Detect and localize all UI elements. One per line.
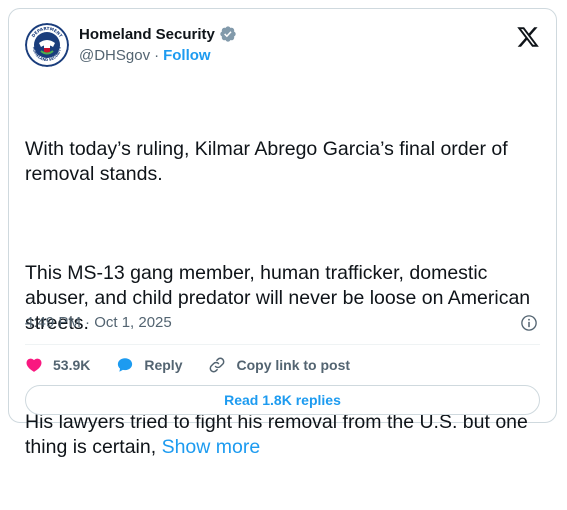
author-handle[interactable]: @DHSgov — [79, 47, 150, 64]
x-logo-icon[interactable] — [516, 25, 540, 49]
reply-button[interactable]: Reply — [116, 356, 182, 374]
read-replies-button[interactable]: Read 1.8K replies — [25, 385, 540, 415]
divider — [25, 344, 540, 345]
author-handle-row: @DHSgov · Follow — [79, 47, 211, 64]
verified-badge-icon — [219, 25, 237, 43]
action-bar: 53.9K Reply Copy link to post — [25, 354, 376, 376]
tweet-paragraph: With today’s ruling, Kilmar Abrego Garci… — [25, 138, 514, 185]
tweet-text: With today’s ruling, Kilmar Abrego Garci… — [25, 87, 545, 510]
avatar[interactable]: DEPARTMENT HOMELAND SECURITY — [25, 23, 69, 67]
heart-icon — [26, 358, 42, 372]
tweet-timestamp[interactable]: 4:49 PM · Oct 1, 2025 — [25, 314, 172, 331]
author-display-name[interactable]: Homeland Security — [79, 26, 215, 43]
like-count: 53.9K — [53, 357, 91, 373]
show-more-link[interactable]: Show more — [162, 436, 261, 458]
follow-button[interactable]: Follow — [163, 47, 211, 64]
tweet-paragraph-truncated: His lawyers tried to fight his removal f… — [25, 411, 534, 458]
tweet-paragraph-last: His lawyers tried to fight his removal f… — [25, 410, 545, 460]
tweet-card: DEPARTMENT HOMELAND SECURITY Homeland Se… — [8, 8, 557, 458]
link-icon — [210, 357, 225, 373]
copy-link-button[interactable]: Copy link to post — [208, 356, 350, 374]
like-button[interactable]: 53.9K — [25, 356, 90, 374]
info-icon[interactable] — [520, 314, 538, 332]
reply-label: Reply — [144, 357, 183, 373]
separator-dot: · — [154, 47, 160, 64]
copy-link-label: Copy link to post — [236, 357, 351, 373]
author-name-row: Homeland Security — [79, 25, 237, 43]
speech-bubble-icon — [118, 358, 133, 372]
dhs-seal-icon: DEPARTMENT HOMELAND SECURITY — [25, 23, 69, 67]
